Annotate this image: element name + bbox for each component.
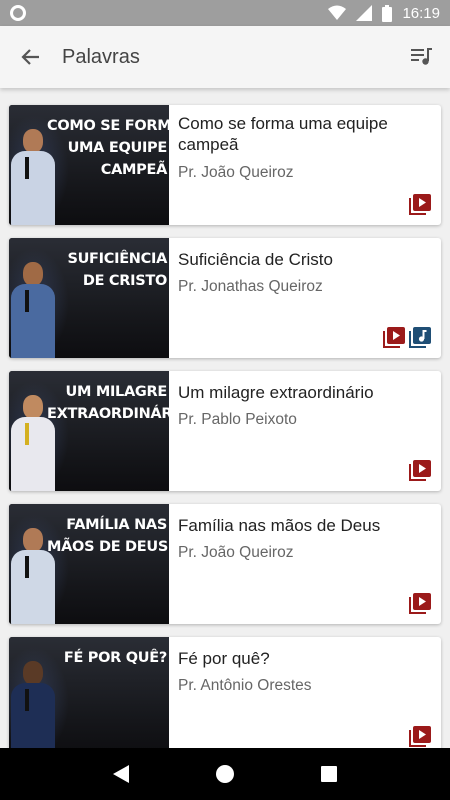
- sermon-title: Suficiência de Cristo: [178, 250, 333, 269]
- sermon-speaker: Pr. Jonathas Queiroz: [178, 278, 323, 295]
- wifi-icon: [328, 5, 347, 20]
- sermon-card[interactable]: FÉ POR QUÊ? Fé por quê? Pr. Antônio Ores…: [9, 637, 441, 748]
- video-icon[interactable]: [409, 592, 431, 614]
- video-icon[interactable]: [409, 725, 431, 747]
- thumbnail-caption: COMO SE FORMA UMA EQUIPE CAMPEÃ: [47, 118, 169, 178]
- thumbnail-caption: FÉ POR QUÊ?: [63, 650, 167, 666]
- sermon-card[interactable]: COMO SE FORMA UMA EQUIPE CAMPEÃ Como se …: [9, 105, 441, 225]
- app-bar: Palavras: [0, 26, 450, 88]
- status-icons: 16:19: [328, 0, 440, 26]
- video-icon[interactable]: [409, 459, 431, 481]
- sermon-card[interactable]: FAMÍLIA NAS MÃOS DE DEUS Família nas mão…: [9, 504, 441, 624]
- sermon-card[interactable]: SUFICIÊNCIA DE CRISTO Suficiência de Cri…: [9, 238, 441, 358]
- status-bar: 16:19: [0, 0, 450, 26]
- thumbnail-caption: SUFICIÊNCIA DE CRISTO: [67, 251, 167, 289]
- signal-icon: [356, 5, 373, 21]
- sermon-thumbnail: FAMÍLIA NAS MÃOS DE DEUS: [9, 504, 169, 624]
- back-triangle-icon[interactable]: [112, 764, 130, 784]
- sermon-card[interactable]: UM MILAGRE EXTRAORDINÁRIO Um milagre ext…: [9, 371, 441, 491]
- thumbnail-caption: FAMÍLIA NAS MÃOS DE DEUS: [47, 517, 169, 555]
- sermon-thumbnail: UM MILAGRE EXTRAORDINÁRIO: [9, 371, 169, 491]
- video-icon[interactable]: [383, 326, 405, 348]
- recents-square-icon[interactable]: [320, 765, 338, 783]
- thumbnail-caption: UM MILAGRE EXTRAORDINÁRIO: [47, 384, 169, 422]
- sermon-thumbnail: SUFICIÊNCIA DE CRISTO: [9, 238, 169, 358]
- back-button[interactable]: [0, 26, 62, 88]
- sermon-list: COMO SE FORMA UMA EQUIPE CAMPEÃ Como se …: [0, 88, 450, 748]
- battery-icon: [382, 4, 393, 22]
- playlist-button[interactable]: [394, 26, 450, 88]
- home-circle-icon[interactable]: [215, 764, 235, 784]
- system-nav-bar: [0, 748, 450, 800]
- back-arrow-icon: [21, 49, 39, 65]
- sermon-speaker: Pr. Pablo Peixoto: [178, 411, 297, 428]
- sermon-title: Família nas mãos de Deus: [178, 516, 381, 535]
- page-title: Palavras: [62, 45, 140, 68]
- sermon-title: Fé por quê?: [178, 649, 270, 668]
- video-icon[interactable]: [409, 193, 431, 215]
- circle-icon: [10, 5, 26, 21]
- sermon-title: Como se forma uma equipe campeã: [178, 114, 388, 154]
- sermon-speaker: Pr. João Queiroz: [178, 544, 294, 561]
- status-time: 16:19: [402, 4, 440, 22]
- speaker-image: [11, 661, 55, 748]
- audio-icon[interactable]: [409, 326, 431, 348]
- sermon-speaker: Pr. Antônio Orestes: [178, 677, 312, 694]
- sermon-thumbnail: FÉ POR QUÊ?: [9, 637, 169, 748]
- sermon-thumbnail: COMO SE FORMA UMA EQUIPE CAMPEÃ: [9, 105, 169, 225]
- sermon-title: Um milagre extraordinário: [178, 383, 374, 402]
- sermon-speaker: Pr. João Queiroz: [178, 164, 294, 181]
- playlist-icon: [411, 48, 432, 65]
